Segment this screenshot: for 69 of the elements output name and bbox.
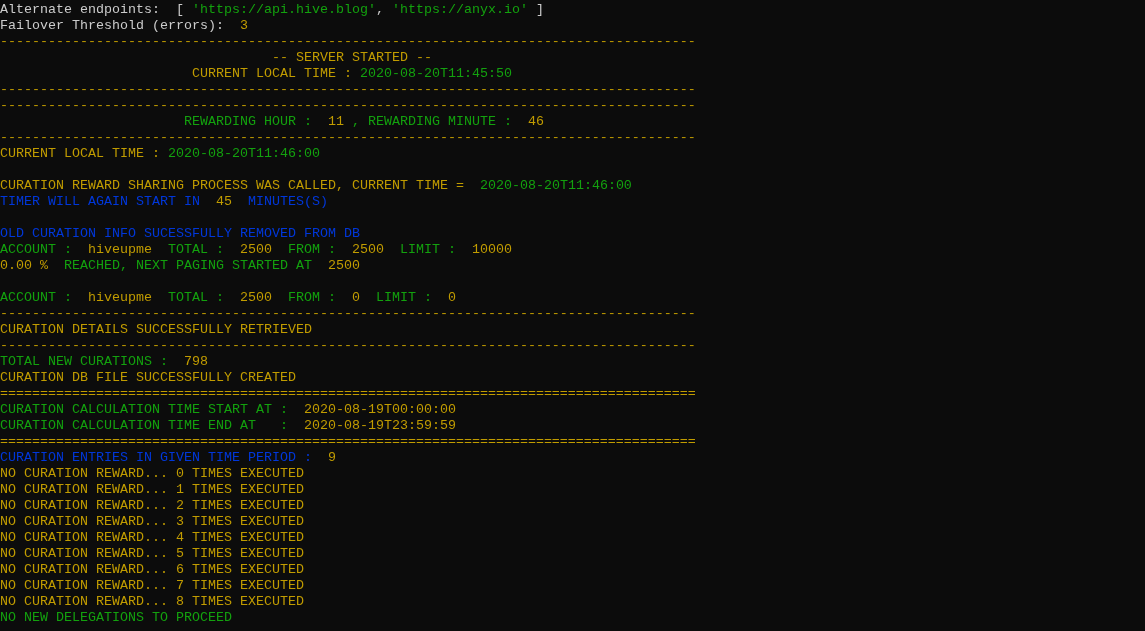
output-text: --------------------------------------------------------------------------------------- <box>0 338 696 353</box>
output-text: NO CURATION REWARD... 5 TIMES EXECUTED <box>0 546 304 561</box>
output-text: ACCOUNT : <box>0 242 73 257</box>
output-text: CURRENT LOCAL TIME : <box>190 66 353 81</box>
output-text: ======================================================================================= <box>0 434 696 449</box>
output-text: TOTAL : <box>166 242 225 257</box>
output-text: FROM : <box>286 242 337 257</box>
output-text: , REWARDING MINUTE : <box>350 114 513 129</box>
output-text: NO CURATION REWARD... 0 TIMES EXECUTED <box>0 466 304 481</box>
output-text: hiveupme <box>88 290 152 305</box>
output-text: OLD CURATION INFO SUCESSFULLY REMOVED FROM DB <box>0 226 360 241</box>
output-text: CURATION DB FILE SUCCESSFULLY CREATED <box>0 370 296 385</box>
output-text: 11 <box>327 114 344 129</box>
output-text: 0 <box>447 290 456 305</box>
output-text: 'https://anyx.io' <box>391 2 528 17</box>
output-text: 0.00 % <box>0 258 48 273</box>
output-text: NO CURATION REWARD... 1 TIMES EXECUTED <box>0 482 304 497</box>
output-text: NO CURATION REWARD... 4 TIMES EXECUTED <box>0 530 304 545</box>
output-text: NO CURATION REWARD... 2 TIMES EXECUTED <box>0 498 304 513</box>
output-text: 2500 <box>239 290 272 305</box>
output-text: MINUTES(S) <box>246 194 328 209</box>
output-text: CURRENT LOCAL TIME : <box>0 146 161 161</box>
output-text: CURATION CALCULATION TIME END AT : <box>0 418 289 433</box>
output-text: NO NEW DELEGATIONS TO PROCEED <box>0 610 232 625</box>
output-text: TOTAL NEW CURATIONS : <box>0 354 169 369</box>
output-text: 45 <box>215 194 232 209</box>
output-text: CURATION CALCULATION TIME START AT : <box>0 402 289 417</box>
output-text: --------------------------------------------------------------------------------------- <box>0 82 696 97</box>
output-text: 'https://api.hive.blog' <box>191 2 376 17</box>
output-text: NO CURATION REWARD... 6 TIMES EXECUTED <box>0 562 304 577</box>
output-text: 798 <box>183 354 208 369</box>
output-text: 2500 <box>239 242 272 257</box>
output-text: 2020-08-19T23:59:59 <box>303 418 456 433</box>
output-text: CURATION REWARD SHARING PROCESS WAS CALLED, CURRENT TIME = <box>0 178 465 193</box>
output-text: 9 <box>327 450 336 465</box>
output-text: , <box>375 2 385 17</box>
output-text: --------------------------------------------------------------------------------------- <box>0 34 696 49</box>
output-text: hiveupme <box>88 242 152 257</box>
output-text: FROM : <box>286 290 337 305</box>
output-text: ======================================================================================= <box>0 386 696 401</box>
output-text: TOTAL : <box>166 290 225 305</box>
output-text: NO CURATION REWARD... 8 TIMES EXECUTED <box>0 594 304 609</box>
output-text: NO CURATION REWARD... 3 TIMES EXECUTED <box>0 514 304 529</box>
output-text: NO CURATION REWARD... 7 TIMES EXECUTED <box>0 578 304 593</box>
output-text: 2020-08-20T11:45:50 <box>359 66 512 81</box>
output-text: 2500 <box>327 258 360 273</box>
output-text: 10000 <box>471 242 512 257</box>
output-text: 2500 <box>351 242 384 257</box>
output-text: Alternate endpoints: [ <box>0 2 185 17</box>
output-text: ] <box>534 2 544 17</box>
output-text: REWARDING HOUR : <box>182 114 313 129</box>
output-text: -- SERVER STARTED -- <box>270 50 432 65</box>
output-text: 0 <box>351 290 360 305</box>
output-text: LIMIT : <box>398 242 457 257</box>
output-text: --------------------------------------------------------------------------------------- <box>0 130 696 145</box>
output-text: ACCOUNT : <box>0 290 73 305</box>
output-text: 46 <box>527 114 544 129</box>
output-text: Failover Threshold (errors): <box>0 18 225 33</box>
output-text: 2020-08-20T11:46:00 <box>167 146 320 161</box>
output-text: --------------------------------------------------------------------------------------- <box>0 98 696 113</box>
output-text: LIMIT : <box>374 290 433 305</box>
output-text: REACHED, NEXT PAGING STARTED AT <box>63 258 313 273</box>
output-text: CURATION ENTRIES IN GIVEN TIME PERIOD : <box>0 450 313 465</box>
output-text: --------------------------------------------------------------------------------------- <box>0 306 696 321</box>
output-text: TIMER WILL AGAIN START IN <box>0 194 201 209</box>
output-text: 2020-08-19T00:00:00 <box>303 402 456 417</box>
output-text: 3 <box>239 18 248 33</box>
output-text: 2020-08-20T11:46:00 <box>479 178 632 193</box>
output-text: CURATION DETAILS SUCCESSFULLY RETRIEVED <box>0 322 312 337</box>
